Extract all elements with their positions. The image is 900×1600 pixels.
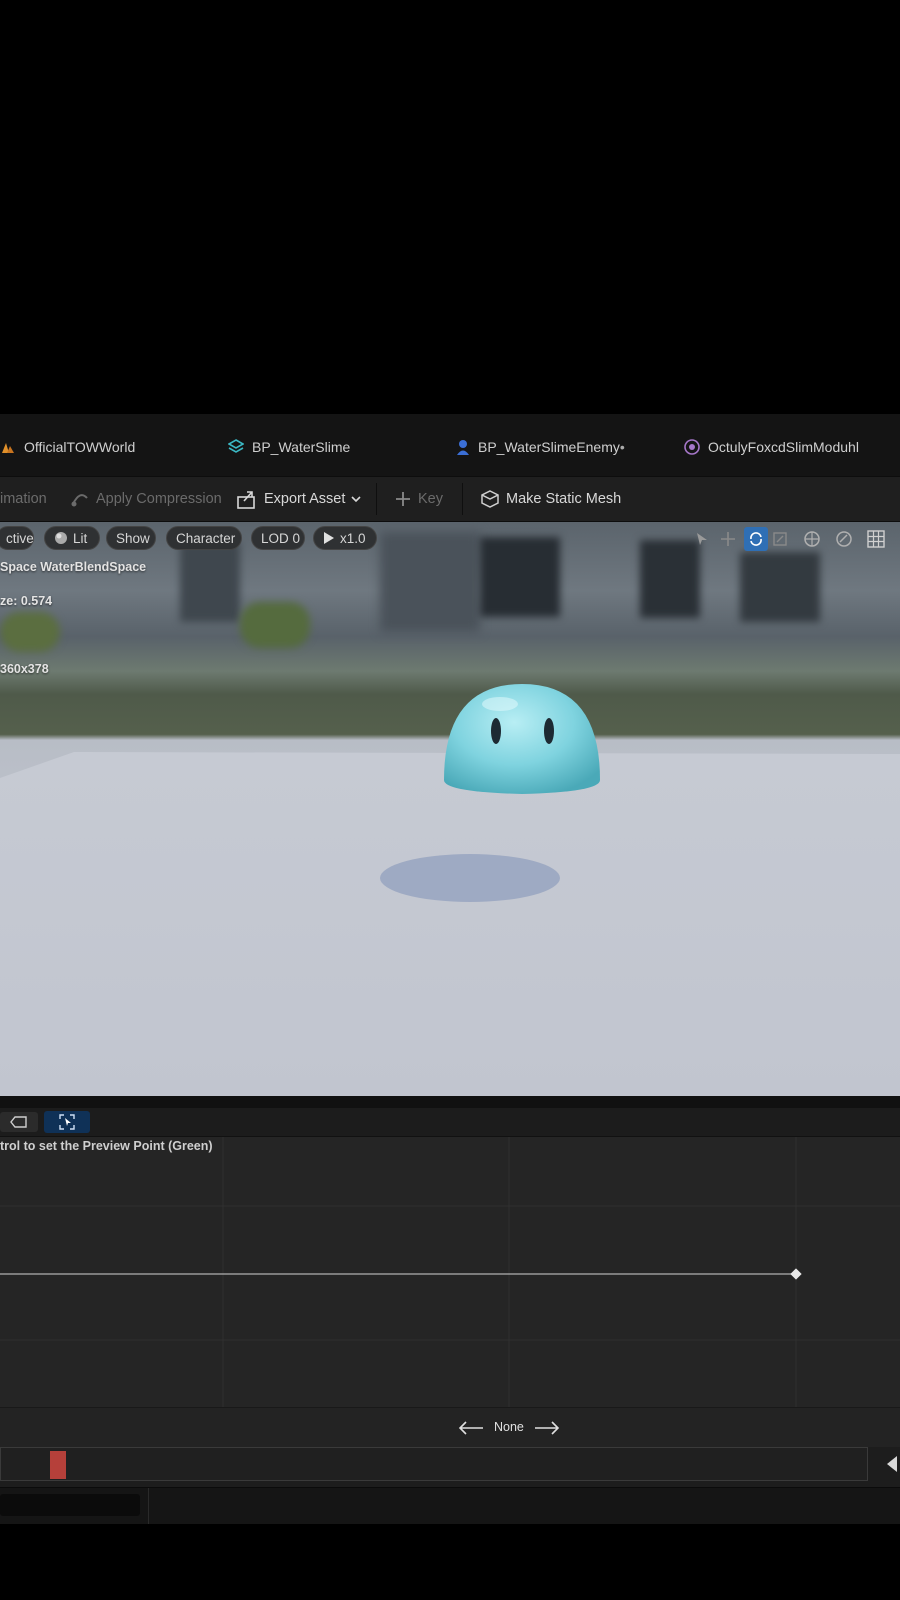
blend-space-toolbar bbox=[0, 1108, 900, 1137]
blend-space-grid bbox=[0, 1137, 900, 1407]
plus-icon bbox=[396, 492, 410, 506]
export-icon bbox=[237, 491, 255, 509]
lod-label: LOD 0 bbox=[261, 530, 301, 546]
grid-snap-icon[interactable] bbox=[866, 529, 886, 549]
physics-asset-icon bbox=[684, 439, 700, 455]
playback-speed-dropdown[interactable]: x1.0 bbox=[313, 526, 377, 550]
tab-bp-waterslime[interactable]: BP_WaterSlime bbox=[228, 436, 350, 458]
scale-tool-icon[interactable] bbox=[770, 529, 790, 549]
select-tool-icon[interactable] bbox=[692, 529, 712, 549]
level-icon bbox=[2, 443, 14, 453]
fit-view-icon[interactable] bbox=[44, 1111, 90, 1133]
translate-tool-icon[interactable] bbox=[718, 529, 738, 549]
rotate-tool-icon[interactable] bbox=[744, 527, 768, 551]
preview-size-info: ze: 0.574 bbox=[0, 594, 53, 608]
console-input[interactable] bbox=[0, 1494, 140, 1516]
tag-icon[interactable] bbox=[0, 1112, 38, 1132]
preview-floor bbox=[0, 684, 900, 1096]
apply-compression-label: Apply Compression bbox=[96, 491, 222, 507]
modified-marker: • bbox=[619, 439, 625, 455]
surface-snap-icon[interactable] bbox=[834, 529, 854, 549]
preview-viewport[interactable]: ctive Lit Show Character LOD 0 x1.0 Spac… bbox=[0, 522, 900, 1096]
tab-bp-waterslimeenemy[interactable]: BP_WaterSlimeEnemy • bbox=[456, 436, 625, 458]
character-label: Character bbox=[176, 530, 236, 546]
character-dropdown[interactable]: Character bbox=[166, 526, 242, 550]
panel-divider[interactable] bbox=[0, 1096, 900, 1108]
timeline-track[interactable] bbox=[0, 1447, 868, 1481]
export-asset-label: Export Asset bbox=[264, 491, 346, 507]
preview-point-hint: trol to set the Preview Point (Green) bbox=[0, 1139, 213, 1153]
lit-dropdown[interactable]: Lit bbox=[44, 526, 100, 550]
status-bar bbox=[0, 1487, 900, 1524]
world-local-icon[interactable] bbox=[802, 529, 822, 549]
preview-asset-info: Space WaterBlendSpace bbox=[0, 560, 147, 574]
axis-footer: None bbox=[0, 1407, 900, 1448]
add-key-button[interactable]: Key bbox=[394, 477, 443, 521]
blend-sample-point[interactable] bbox=[790, 1268, 802, 1280]
character-icon bbox=[457, 440, 469, 455]
blueprint-icon bbox=[228, 439, 244, 453]
animation-timeline bbox=[0, 1447, 900, 1487]
slime-shadow bbox=[380, 854, 560, 902]
make-static-mesh-label: Make Static Mesh bbox=[506, 491, 622, 507]
show-label: Show bbox=[116, 530, 150, 546]
arrow-left-icon bbox=[458, 1421, 483, 1435]
tab-label: BP_WaterSlime bbox=[252, 439, 351, 455]
speed-label: x1.0 bbox=[340, 530, 366, 546]
create-animation-button[interactable]: imation bbox=[0, 477, 47, 521]
lit-label: Lit bbox=[73, 530, 88, 546]
water-slime-model bbox=[444, 684, 600, 794]
create-animation-label: imation bbox=[0, 491, 47, 507]
arrow-right-icon bbox=[535, 1421, 560, 1435]
tab-label: BP_WaterSlimeEnemy bbox=[478, 439, 620, 455]
timeline-scrubber[interactable] bbox=[50, 1451, 66, 1479]
axis-label: None bbox=[494, 1420, 524, 1434]
toolbar-separator bbox=[462, 483, 463, 515]
asset-toolbar: imation Apply Compression Export Asset K… bbox=[0, 476, 900, 522]
tab-label: OfficialTOWWorld bbox=[24, 439, 136, 455]
apply-compression-button[interactable]: Apply Compression bbox=[70, 477, 222, 521]
tab-officialtowworld[interactable]: OfficialTOWWorld bbox=[0, 436, 135, 458]
lit-sphere-icon bbox=[55, 532, 67, 544]
export-asset-button[interactable]: Export Asset bbox=[236, 477, 361, 521]
show-dropdown[interactable]: Show bbox=[106, 526, 156, 550]
static-mesh-icon bbox=[481, 490, 499, 508]
timeline-marker-icon[interactable] bbox=[886, 1455, 898, 1473]
chevron-down-icon bbox=[351, 496, 361, 503]
blend-space-graph[interactable]: trol to set the Preview Point (Green) bbox=[0, 1137, 900, 1407]
tab-label: OctulyFoxcdSlimModuhl bbox=[708, 439, 859, 455]
perspective-dropdown[interactable]: ctive bbox=[0, 526, 34, 550]
floor-surface bbox=[0, 752, 900, 1096]
status-separator bbox=[148, 1488, 149, 1524]
toolbar-separator bbox=[376, 483, 377, 515]
perspective-label: ctive bbox=[6, 530, 34, 546]
key-label: Key bbox=[418, 491, 443, 507]
make-static-mesh-button[interactable]: Make Static Mesh bbox=[480, 477, 621, 521]
tab-octulyfoxcdslimmoduhl[interactable]: OctulyFoxcdSlimModuhl bbox=[684, 436, 859, 458]
lod-dropdown[interactable]: LOD 0 bbox=[251, 526, 305, 550]
play-icon bbox=[324, 532, 334, 544]
preview-resolution-info: 360x378 bbox=[0, 662, 49, 676]
document-tab-bar: OfficialTOWWorld BP_WaterSlime BP_WaterS… bbox=[0, 414, 900, 476]
compression-icon bbox=[71, 494, 88, 507]
